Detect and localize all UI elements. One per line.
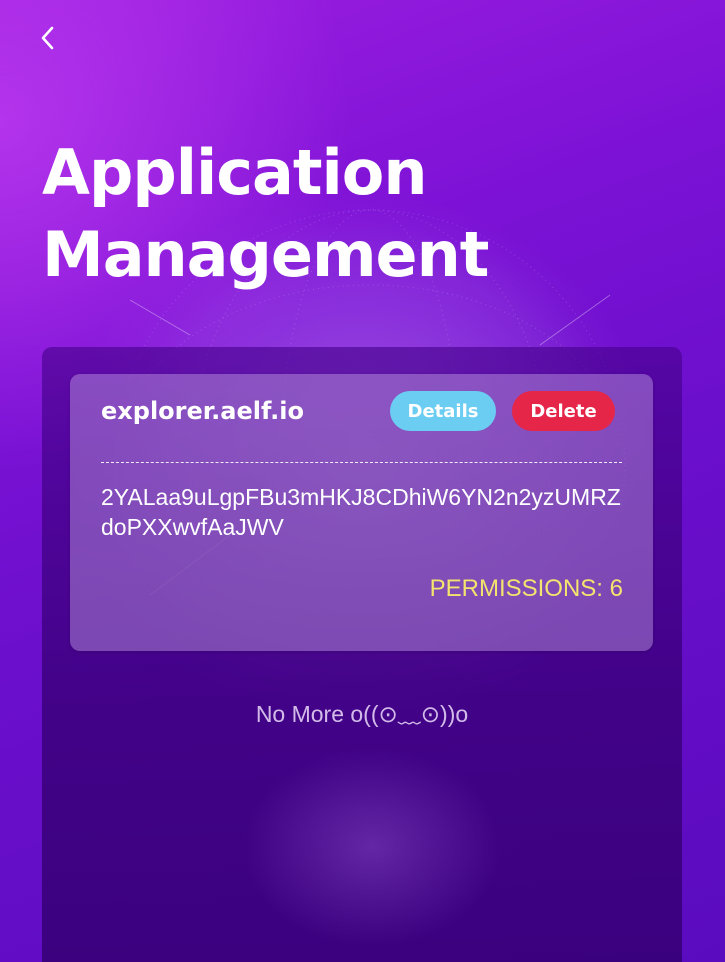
permissions-count: PERMISSIONS: 6 [429,575,623,602]
application-list: explorer.aelf.io Details Delete 2YALaa9u… [42,347,682,962]
chevron-left-icon [41,26,54,50]
card-divider [101,462,622,463]
panel-glow-decoration [242,747,502,947]
details-button[interactable]: Details [390,391,496,431]
application-address: 2YALaa9uLgpFBu3mHKJ8CDhiW6YN2n2yzUMRZdoP… [101,484,621,540]
list-end-message: No More o((⊙﹏⊙))o [255,701,469,727]
application-card: explorer.aelf.io Details Delete 2YALaa9u… [70,374,653,651]
page-title: Application Management [42,136,489,291]
back-button[interactable] [30,18,66,58]
delete-button[interactable]: Delete [512,391,615,431]
application-name: explorer.aelf.io [101,397,304,425]
